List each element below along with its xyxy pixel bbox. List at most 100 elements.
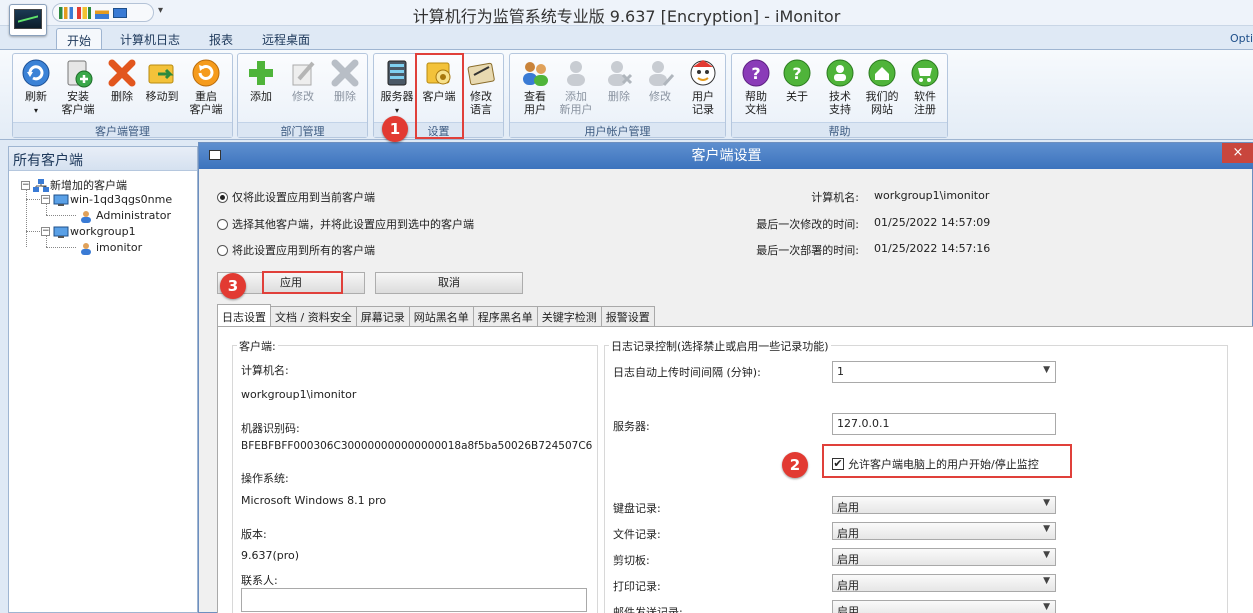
tab-remote-desktop[interactable]: 远程桌面: [252, 28, 320, 50]
tab-document-security[interactable]: 文档 / 资料安全: [270, 306, 357, 326]
collapse-icon[interactable]: −: [41, 195, 50, 204]
window-icon: [209, 150, 221, 160]
delete-client-button[interactable]: 删除: [103, 57, 141, 103]
clipboard-label: 剪切板:: [613, 554, 650, 567]
user-log-button[interactable]: 用户 记录: [684, 57, 722, 116]
cancel-button[interactable]: 取消: [375, 272, 523, 294]
tab-log-settings[interactable]: 日志设置: [217, 304, 271, 326]
computer-icon: [53, 194, 69, 206]
radio-button[interactable]: [217, 244, 228, 256]
mail-log-label: 邮件发送记录:: [613, 606, 683, 613]
home-icon: [866, 57, 898, 89]
delete-department-button[interactable]: 删除: [326, 57, 364, 103]
file-log-select[interactable]: 启用 ▼: [832, 522, 1056, 540]
tab-program-blacklist[interactable]: 程序黑名单: [472, 306, 538, 326]
last-deployed-value: 01/25/2022 14:57:16: [874, 242, 991, 255]
refresh-button[interactable]: 刷新 ▾: [17, 57, 55, 117]
tab-options-partial[interactable]: Opti: [1230, 32, 1253, 45]
tech-support-button[interactable]: 技术 支持: [821, 57, 859, 116]
client-tree-title: 所有客户端: [9, 147, 197, 171]
group-label-department-management: 部门管理: [238, 122, 367, 138]
move-to-icon: [146, 57, 178, 89]
tree-node-new-clients[interactable]: − 新增加的客户端: [21, 177, 127, 193]
contact-input[interactable]: [241, 588, 587, 612]
collapse-icon[interactable]: −: [21, 180, 30, 190]
client-tree-panel: 所有客户端 − 新增加的客户端 − win-1qd3qgs0nme Admini…: [8, 146, 198, 613]
tab-keyword-detection[interactable]: 关键字检测: [536, 306, 602, 326]
radio-apply-all[interactable]: 将此设置应用到所有的客户端: [217, 242, 375, 258]
about-button[interactable]: ? 关于: [778, 57, 816, 103]
tab-start[interactable]: 开始: [56, 28, 103, 50]
about-icon: ?: [781, 57, 813, 89]
radio-button[interactable]: [217, 218, 228, 230]
edit-user-icon: [644, 57, 676, 89]
keyboard-log-label: 键盘记录:: [613, 502, 661, 515]
client-settings-dialog: 客户端设置 × 仅将此设置应用到当前客户端 选择其他客户端，并将此设置应用到选中…: [198, 142, 1253, 613]
svg-text:?: ?: [792, 64, 801, 83]
change-language-button[interactable]: 修改 语言: [462, 57, 500, 116]
keyboard-log-select[interactable]: 启用 ▼: [832, 496, 1056, 514]
client-info-legend: 客户端:: [237, 338, 278, 354]
view-users-button[interactable]: 查看 用户: [516, 57, 554, 116]
contact-label: 联系人:: [241, 574, 278, 587]
tab-alert-settings[interactable]: 报警设置: [600, 306, 655, 326]
title-bar: ▾ 计算机行为监管系统专业版 9.637 [Encryption] - iMon…: [0, 0, 1253, 36]
os-label: 操作系统:: [241, 472, 289, 485]
tree-node-workgroup1[interactable]: − workgroup1: [41, 225, 136, 238]
tree-label: win-1qd3qgs0nme: [70, 193, 173, 206]
log-control-legend: 日志记录控制(选择禁止或启用一些记录功能): [609, 338, 831, 354]
install-client-button[interactable]: 安装 客户端: [59, 57, 97, 116]
collapse-icon[interactable]: −: [41, 227, 50, 236]
tab-screen-recording[interactable]: 屏幕记录: [355, 306, 410, 326]
machine-id-value: BFEBFBFF000306C300000000000000018a8f5ba5…: [241, 440, 593, 452]
network-group-icon: [33, 179, 49, 192]
radio-apply-current[interactable]: 仅将此设置应用到当前客户端: [217, 189, 375, 205]
tab-website-blacklist[interactable]: 网站黑名单: [408, 306, 474, 326]
delete-user-button[interactable]: 删除: [600, 57, 638, 103]
chevron-down-icon: ▼: [1043, 576, 1050, 586]
computer-name-value: workgroup1\imonitor: [241, 388, 357, 401]
computer-name-label: 计算机名:: [241, 364, 289, 377]
app-logo-icon[interactable]: [9, 4, 47, 36]
version-label: 版本:: [241, 528, 267, 541]
edit-department-button[interactable]: 修改: [284, 57, 322, 103]
server-button[interactable]: 服务器 ▾: [378, 57, 416, 117]
move-to-button[interactable]: 移动到: [143, 57, 181, 103]
software-register-button[interactable]: 软件 注册: [906, 57, 944, 116]
print-log-select[interactable]: 启用 ▼: [832, 574, 1056, 592]
tree-node-imonitor[interactable]: imonitor: [79, 241, 143, 255]
dialog-title-bar: 客户端设置 ×: [199, 143, 1253, 169]
tree-node-win-host[interactable]: − win-1qd3qgs0nme: [41, 193, 172, 206]
refresh-icon: [20, 57, 52, 89]
tab-reports[interactable]: 报表: [199, 28, 243, 50]
add-new-user-button[interactable]: 添加 新用户: [557, 57, 595, 116]
edit-user-button[interactable]: 修改: [641, 57, 679, 103]
mail-log-select[interactable]: 启用 ▼: [832, 600, 1056, 613]
help-docs-button[interactable]: ? 帮助 文档: [737, 57, 775, 116]
tab-computer-log[interactable]: 计算机日志: [110, 28, 190, 50]
radio-apply-selected[interactable]: 选择其他客户端，并将此设置应用到选中的客户端: [217, 216, 474, 232]
install-client-icon: [62, 57, 94, 89]
close-icon[interactable]: ×: [1222, 143, 1253, 163]
restart-client-button[interactable]: 重启 客户端: [187, 57, 225, 116]
user-log-icon: [687, 57, 719, 89]
add-department-button[interactable]: 添加: [242, 57, 280, 103]
server-input[interactable]: 127.0.0.1: [832, 413, 1056, 435]
support-icon: [824, 57, 856, 89]
radio-button[interactable]: [217, 191, 228, 203]
computer-name-label: 计算机名:: [811, 191, 859, 204]
server-label: 服务器:: [613, 420, 650, 433]
last-modified-value: 01/25/2022 14:57:09: [874, 216, 991, 229]
group-label-client-management: 客户端管理: [13, 122, 232, 138]
last-modified-label: 最后一次修改的时间:: [756, 218, 859, 231]
client-info-group: 客户端: 计算机名: workgroup1\imonitor 机器识别码: BF…: [232, 338, 598, 613]
clipboard-select[interactable]: 启用 ▼: [832, 548, 1056, 566]
tree-node-administrator[interactable]: Administrator: [79, 209, 171, 223]
add-user-icon: [560, 57, 592, 89]
chevron-down-icon: ▼: [1043, 365, 1050, 375]
os-value: Microsoft Windows 8.1 pro: [241, 494, 387, 507]
upload-interval-select[interactable]: 1 ▼: [832, 361, 1056, 383]
our-website-button[interactable]: 我们的 网站: [863, 57, 901, 116]
ribbon: 刷新 ▾ 安装 客户端 删除 移动到 重启 客户端 客户端管理 添加 修改 删除…: [0, 49, 1253, 140]
tree-label: imonitor: [96, 241, 143, 254]
